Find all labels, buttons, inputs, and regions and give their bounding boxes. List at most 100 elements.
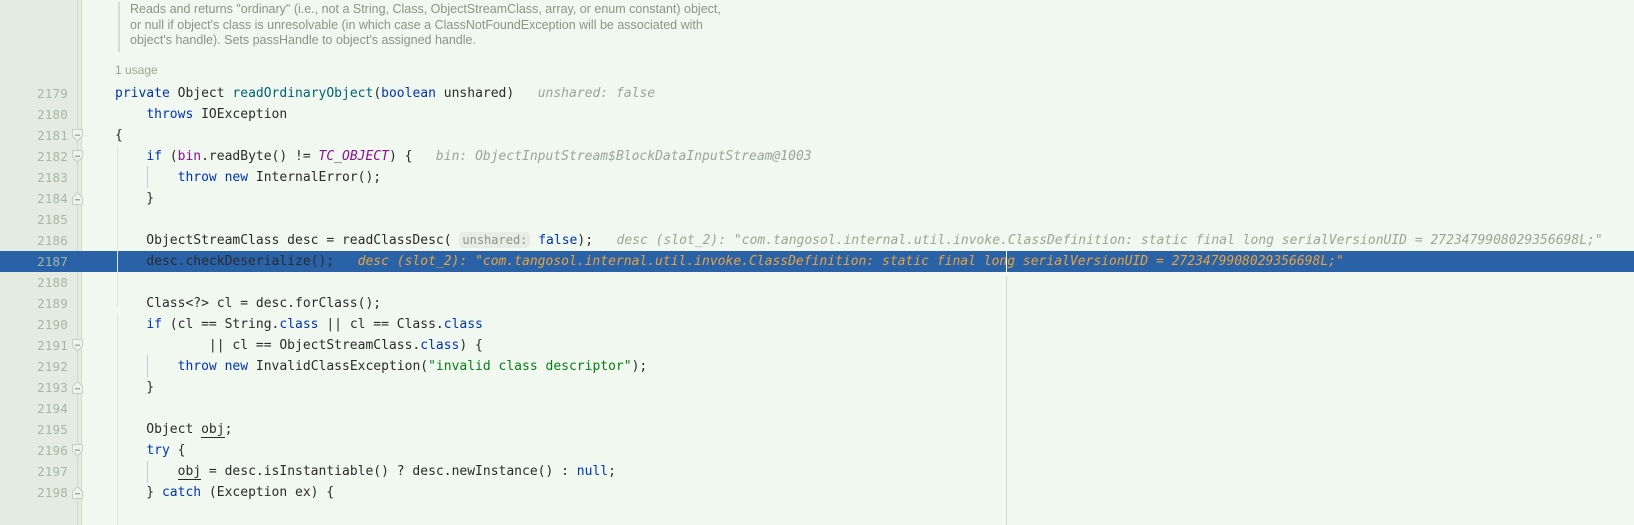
line-number: 2184 xyxy=(37,191,68,206)
code-token-warnu: obj xyxy=(177,464,202,480)
code-token-plain: .readByte() != xyxy=(201,149,319,164)
code-token-kw: catch xyxy=(161,485,202,500)
code-line[interactable]: 2180 throws IOException xyxy=(0,104,1634,125)
line-number: 2179 xyxy=(37,86,68,101)
code-line[interactable]: 2193 } xyxy=(0,377,1634,398)
line-number: 2186 xyxy=(37,233,68,248)
code-token-kw: boolean xyxy=(381,86,436,101)
code-token-kw: if xyxy=(146,317,162,332)
code-editor[interactable]: Reads and returns "ordinary" (i.e., not … xyxy=(0,0,1634,525)
code-token-kw: try xyxy=(146,443,170,458)
editor-pane-divider[interactable] xyxy=(1006,276,1007,525)
line-number: 2182 xyxy=(37,149,68,164)
code-text: throws IOException xyxy=(115,104,287,125)
indent-guide-active xyxy=(147,166,148,188)
code-line[interactable]: 2197 obj = desc.isInstantiable() ? desc.… xyxy=(0,461,1634,482)
line-number: 2192 xyxy=(37,359,68,374)
code-line[interactable]: 2182 if (bin.readByte() != TC_OBJECT) { … xyxy=(0,146,1634,167)
code-line[interactable]: 2181 { xyxy=(0,125,1634,146)
fold-open-icon[interactable] xyxy=(72,150,83,163)
indent-guide-active-b xyxy=(147,355,148,377)
text-caret xyxy=(1006,251,1007,272)
line-number: 2185 xyxy=(37,212,68,227)
code-token-plain: IOException xyxy=(201,107,288,122)
fold-close-icon[interactable] xyxy=(72,192,83,205)
code-text: Object obj; xyxy=(115,419,232,440)
code-token-plain: { xyxy=(115,128,123,143)
code-token-plain: || cl == ObjectStreamClass. xyxy=(115,338,421,353)
code-token-plain: } xyxy=(115,485,162,500)
code-line[interactable]: 2186 ObjectStreamClass desc = readClassD… xyxy=(0,230,1634,251)
code-token-str: "invalid class descriptor" xyxy=(428,359,632,374)
code-token-kw: if xyxy=(146,149,162,164)
line-number: 2187 xyxy=(37,254,68,269)
line-number: 2197 xyxy=(37,464,68,479)
line-number: 2195 xyxy=(37,422,68,437)
line-number: 2183 xyxy=(37,170,68,185)
indent-guide-level1 xyxy=(117,145,118,307)
line-number: 2188 xyxy=(37,275,68,290)
code-text: obj = desc.isInstantiable() ? desc.newIn… xyxy=(115,461,616,482)
fold-open-icon[interactable] xyxy=(72,129,83,142)
code-token-kw: throws xyxy=(146,107,202,122)
code-token-hint: desc (slot_2): "com.tangosol.internal.ut… xyxy=(334,254,1344,269)
code-line[interactable]: 2192 throw new InvalidClassException("in… xyxy=(0,356,1634,377)
fold-close-icon[interactable] xyxy=(72,381,83,394)
line-number: 2191 xyxy=(37,338,68,353)
code-token-kw: class xyxy=(443,317,483,332)
fold-close-icon[interactable] xyxy=(72,486,83,499)
code-line[interactable]: 2179 private Object readOrdinaryObject(bo… xyxy=(0,83,1634,104)
code-token-kw: null xyxy=(576,464,609,479)
code-token-sfield: TC_OBJECT xyxy=(318,149,389,164)
code-token-plain: ); xyxy=(631,359,648,374)
code-text: private Object readOrdinaryObject(boolea… xyxy=(115,83,655,104)
code-token-plain: ( xyxy=(161,149,178,164)
line-number: 2196 xyxy=(37,443,68,458)
code-line[interactable]: 2194 xyxy=(0,398,1634,419)
code-token-plain: } xyxy=(115,191,155,206)
code-token-plain: unshared) xyxy=(435,86,515,101)
code-line[interactable]: 2185 xyxy=(0,209,1634,230)
code-token-plain: } xyxy=(115,380,155,395)
code-line[interactable]: 2184 } xyxy=(0,188,1634,209)
code-text: } xyxy=(115,377,154,398)
code-token-hint: bin: ObjectInputStream$BlockDataInputStr… xyxy=(412,149,812,164)
code-text: desc.checkDeserialize(); desc (slot_2): … xyxy=(115,251,1344,272)
code-token-hint: desc (slot_2): "com.tangosol.internal.ut… xyxy=(593,233,1603,248)
code-token-plain: InternalError(); xyxy=(255,170,382,185)
fold-open-icon[interactable] xyxy=(72,444,83,457)
line-number: 2180 xyxy=(37,107,68,122)
code-line[interactable]: 2189 Class<?> cl = desc.forClass(); xyxy=(0,293,1634,314)
indent-guide-active-c xyxy=(147,461,148,483)
code-token-field: bin xyxy=(177,149,202,164)
code-line[interactable]: 2195 Object obj; xyxy=(0,419,1634,440)
line-number: 2193 xyxy=(37,380,68,395)
code-line[interactable]: 2191 || cl == ObjectStreamClass.class) { xyxy=(0,335,1634,356)
doc-comment-line: or null if object's class is unresolvabl… xyxy=(130,17,703,32)
code-token-kw: throw xyxy=(177,359,225,374)
code-token-kw: private xyxy=(115,86,178,101)
code-line-current[interactable]: 2187 desc.checkDeserialize(); desc (slot… xyxy=(0,251,1634,272)
code-line[interactable]: 2183 throw new InternalError(); xyxy=(0,167,1634,188)
code-line[interactable]: 2190 if (cl == String.class || cl == Cla… xyxy=(0,314,1634,335)
code-text: || cl == ObjectStreamClass.class) { xyxy=(115,335,483,356)
code-token-plain: ) { xyxy=(459,338,483,353)
doc-comment-line: Reads and returns "ordinary" (i.e., not … xyxy=(130,2,721,16)
code-token-hint: unshared: false xyxy=(514,86,656,101)
doc-comment-line: object's handle). Sets passHandle to obj… xyxy=(130,33,476,47)
code-token-plain: desc.checkDeserialize(); xyxy=(115,254,335,269)
code-text: ObjectStreamClass desc = readClassDesc( … xyxy=(115,230,1603,251)
code-line[interactable]: 2196 try { xyxy=(0,440,1634,461)
code-token-plain: = desc.isInstantiable() ? desc.newInstan… xyxy=(201,464,577,479)
code-token-kw: class xyxy=(420,338,460,353)
fold-open-icon[interactable] xyxy=(72,339,83,352)
code-text: if (cl == String.class || cl == Class.cl… xyxy=(115,314,483,335)
code-line[interactable]: 2198 } catch (Exception ex) { xyxy=(0,482,1634,503)
code-token-plain: ObjectStreamClass desc = readClassDesc( xyxy=(115,233,460,248)
code-line[interactable]: 2188 xyxy=(0,272,1634,293)
code-text: { xyxy=(115,125,123,146)
code-token-kw: class xyxy=(279,317,319,332)
usage-count-label[interactable]: 1 usage xyxy=(115,63,158,77)
line-number: 2190 xyxy=(37,317,68,332)
